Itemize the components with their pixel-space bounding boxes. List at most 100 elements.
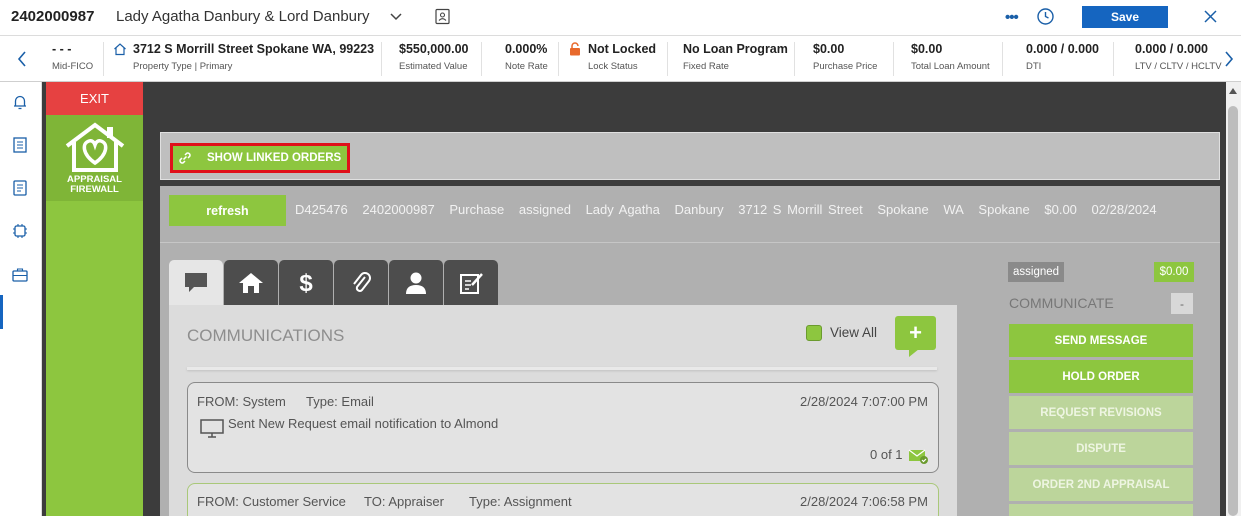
estimated-value-cell: $550,000.00 Estimated Value	[382, 42, 482, 76]
left-nav-rail	[0, 82, 42, 516]
close-icon[interactable]	[1203, 9, 1218, 24]
tab-contacts[interactable]	[389, 260, 443, 305]
more-options-icon[interactable]: •••	[1005, 9, 1019, 26]
message-datetime: 2/28/2024 7:06:58 PM	[800, 494, 928, 509]
history-clock-icon[interactable]	[1036, 7, 1055, 26]
refresh-button[interactable]: refresh	[169, 195, 286, 226]
loan-program-value: No Loan Program	[683, 42, 788, 56]
dti-label: DTI	[1026, 61, 1042, 72]
mid-fico-label: Mid-FICO	[52, 61, 94, 72]
ltv-cell: 0.000 / 0.000 LTV / CLTV / HCLTV	[1114, 42, 1222, 76]
note-rate-label: Note Rate	[505, 61, 548, 72]
property-cell[interactable]: 3712 S Morrill Street Spokane WA, 99223 …	[104, 42, 382, 76]
hold-order-button[interactable]: HOLD ORDER	[1009, 360, 1193, 393]
logo-text: APPRAISAL FIREWALL	[46, 175, 143, 195]
note-rate-cell: 0.000% Note Rate	[482, 42, 559, 76]
lock-icon	[570, 42, 580, 56]
collapse-button[interactable]: -	[1171, 293, 1193, 314]
mid-fico-cell: - - - Mid-FICO	[44, 42, 104, 76]
order-purpose: Purchase	[449, 202, 505, 217]
loan-number: 2402000987	[11, 8, 95, 25]
lock-status-value: Not Locked	[588, 42, 657, 56]
document-list-icon[interactable]	[11, 136, 29, 154]
save-button[interactable]: Save	[1082, 6, 1168, 28]
communications-separator	[187, 367, 937, 370]
scroll-up-icon[interactable]	[1229, 88, 1237, 94]
send-message-button[interactable]: SEND MESSAGE	[1009, 324, 1193, 357]
order-city: Spokane	[877, 202, 929, 217]
property-address: 3712 S Morrill Street Spokane WA, 99223	[133, 42, 375, 56]
total-loan-amount-cell: $0.00 Total Loan Amount	[894, 42, 1003, 76]
speech-bubble-icon	[185, 272, 207, 292]
paperclip-icon	[353, 271, 371, 292]
order-last-name: Danbury	[674, 202, 724, 217]
message-to: TO: Appraiser	[364, 494, 444, 509]
ltv-label: LTV / CLTV / HCLTV	[1135, 61, 1222, 72]
note-rate-value: 0.000%	[505, 42, 548, 56]
monitor-icon	[200, 419, 224, 438]
message-card[interactable]: FROM: Customer Service TO: Appraiser Typ…	[187, 483, 939, 516]
total-loan-amount-label: Total Loan Amount	[911, 61, 990, 72]
view-all-checkbox[interactable]	[806, 325, 822, 341]
request-revisions-button[interactable]: REQUEST REVISIONS	[1009, 396, 1193, 429]
svg-text:$: $	[299, 270, 313, 297]
communicate-heading: COMMUNICATE	[1009, 295, 1114, 311]
loan-summary-bar: - - - Mid-FICO 3712 S Morrill Street Spo…	[0, 36, 1241, 82]
order-status: assigned	[518, 202, 571, 217]
notes-icon[interactable]	[11, 179, 29, 197]
purchase-price-value: $0.00	[813, 42, 845, 56]
message-card[interactable]: FROM: System Type: Email 2/28/2024 7:07:…	[187, 382, 939, 473]
message-body: Sent New Request email notification to A…	[228, 416, 499, 431]
property-type-label: Property Type | Primary	[133, 61, 233, 72]
tab-billing[interactable]: $	[279, 260, 333, 305]
appraisal-firewall-app: EXIT APPRAISAL FIREWALL SHOW LINKED ORDE…	[42, 82, 1226, 516]
add-button-tail	[909, 349, 919, 357]
tab-property[interactable]	[224, 260, 278, 305]
message-type: Type: Assignment	[469, 494, 572, 509]
view-all-label[interactable]: View All	[830, 325, 877, 340]
edit-notepad-icon	[460, 272, 483, 294]
house-heart-icon	[65, 122, 125, 172]
scrollbar-thumb[interactable]	[1228, 106, 1238, 516]
exit-button[interactable]: EXIT	[46, 82, 143, 115]
order-fee: $0.00	[1044, 202, 1077, 217]
user-icon	[406, 272, 426, 294]
borrower-name[interactable]: Lady Agatha Danbury & Lord Danbury	[116, 8, 370, 25]
ltv-value: 0.000 / 0.000	[1135, 42, 1208, 56]
order-county: Spokane	[978, 202, 1030, 217]
envelope-check-icon	[908, 449, 928, 464]
show-linked-orders-button[interactable]: SHOW LINKED ORDERS	[170, 143, 350, 173]
message-type: Type: Email	[306, 394, 374, 409]
estimated-value: $550,000.00	[399, 42, 469, 56]
more-actions-button[interactable]	[1009, 504, 1193, 516]
chevron-right-icon[interactable]	[1222, 50, 1236, 68]
plus-icon[interactable]: +	[895, 316, 936, 350]
lock-status-label: Lock Status	[588, 61, 638, 72]
order-2nd-appraisal-button[interactable]: ORDER 2ND APPRAISAL	[1009, 468, 1193, 501]
chevron-left-icon[interactable]	[15, 50, 29, 68]
house-icon	[239, 272, 263, 293]
contact-card-icon[interactable]	[434, 8, 451, 25]
tab-attachments[interactable]	[334, 260, 388, 305]
tab-edit-notes[interactable]	[444, 260, 498, 305]
order-street: 3712 S Morrill Street	[738, 202, 863, 217]
fee-badge: $0.00	[1154, 262, 1194, 282]
order-id: D425476	[295, 202, 348, 217]
bell-icon[interactable]	[11, 93, 29, 111]
logo-line-2: FIREWALL	[70, 184, 119, 195]
briefcase-icon[interactable]	[11, 266, 29, 284]
top-header: 2402000987 Lady Agatha Danbury & Lord Da…	[0, 0, 1241, 36]
dollar-icon: $	[299, 270, 313, 297]
home-icon	[114, 43, 126, 56]
chip-plugin-icon[interactable]	[11, 222, 29, 240]
tab-communications[interactable]	[169, 260, 223, 305]
order-first-name: Lady Agatha	[585, 202, 660, 217]
dispute-button[interactable]: DISPUTE	[1009, 432, 1193, 465]
link-icon	[179, 152, 191, 164]
app-sidebar: EXIT APPRAISAL FIREWALL	[46, 82, 143, 516]
show-linked-orders-label: SHOW LINKED ORDERS	[207, 152, 342, 164]
lock-status-cell: Not Locked Lock Status	[559, 42, 668, 76]
mid-fico-value: - - -	[52, 42, 72, 56]
message-from: FROM: Customer Service	[197, 494, 346, 509]
chevron-down-icon[interactable]	[389, 9, 403, 23]
